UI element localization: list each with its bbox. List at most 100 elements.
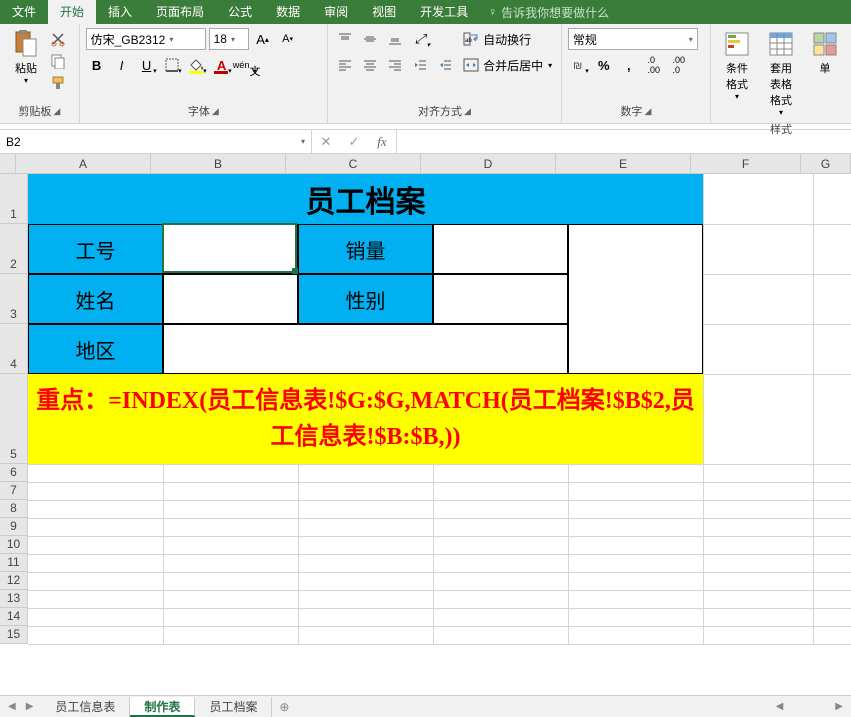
increase-font-button[interactable]: A▴ [252, 28, 274, 50]
col-header-E[interactable]: E [556, 154, 691, 173]
spreadsheet-grid[interactable]: ABCDEFG 123456789101112131415 员工档案工号销量姓名… [0, 154, 851, 699]
col-header-D[interactable]: D [421, 154, 556, 173]
cell-a3[interactable]: 姓名 [28, 274, 163, 324]
insert-function-button[interactable]: fx [368, 130, 396, 153]
italic-button[interactable]: I [111, 54, 133, 76]
align-left-button[interactable] [334, 54, 356, 76]
phonetic-button[interactable]: wén文▾ [236, 54, 258, 76]
row-header-11[interactable]: 11 [0, 554, 28, 572]
decrease-decimal-button[interactable]: .00.0 [668, 54, 690, 76]
row-header-12[interactable]: 12 [0, 572, 28, 590]
cell-d2[interactable] [433, 224, 568, 274]
scroll-right-icon[interactable]: ▶ [835, 701, 843, 712]
align-bottom-button[interactable] [384, 28, 406, 50]
menu-view[interactable]: 视图 [360, 0, 408, 24]
row-header-10[interactable]: 10 [0, 536, 28, 554]
clipboard-launcher[interactable]: ◢ [53, 106, 60, 117]
cell-d3[interactable] [433, 274, 568, 324]
font-color-button[interactable]: A▾ [211, 54, 233, 76]
cell-e2-e4[interactable] [568, 224, 703, 374]
cells-area[interactable]: 员工档案工号 销量姓名 性别地区重点：=INDEX(员工信息表!$G:$G,MATC… [28, 174, 851, 644]
col-header-F[interactable]: F [691, 154, 801, 173]
col-header-C[interactable]: C [286, 154, 421, 173]
row-header-6[interactable]: 6 [0, 464, 28, 482]
sheet-tab-2[interactable]: 员工档案 [195, 697, 272, 717]
font-size-combo[interactable]: 18▾ [209, 28, 249, 50]
col-header-A[interactable]: A [16, 154, 151, 173]
conditional-format-button[interactable]: 条件格式 ▾ [717, 28, 757, 103]
row-header-4[interactable]: 4 [0, 324, 28, 374]
cell-b4-d4[interactable] [163, 324, 568, 374]
increase-decimal-button[interactable]: .0.00 [643, 54, 665, 76]
row-header-7[interactable]: 7 [0, 482, 28, 500]
menu-review[interactable]: 审阅 [312, 0, 360, 24]
confirm-edit-button[interactable]: ✓ [340, 130, 368, 153]
number-launcher[interactable]: ◢ [644, 106, 651, 117]
copy-button[interactable] [48, 52, 68, 70]
cell-styles-button[interactable]: 单 [805, 28, 845, 78]
alignment-launcher[interactable]: ◢ [464, 106, 471, 117]
add-sheet-button[interactable]: ⊕ [272, 700, 296, 714]
col-header-G[interactable]: G [801, 154, 851, 173]
align-center-button[interactable] [359, 54, 381, 76]
number-format-combo[interactable]: 常规▾ [568, 28, 698, 50]
cell-b2[interactable] [163, 224, 298, 274]
row-header-13[interactable]: 13 [0, 590, 28, 608]
cut-button[interactable] [48, 30, 68, 48]
format-painter-button[interactable] [48, 74, 68, 92]
border-button[interactable]: ▾ [161, 54, 183, 76]
sheet-tab-0[interactable]: 员工信息表 [41, 697, 130, 717]
menu-page-layout[interactable]: 页面布局 [144, 0, 216, 24]
font-launcher[interactable]: ◢ [212, 106, 219, 117]
cell-b3[interactable] [163, 274, 298, 324]
cell-c3[interactable]: 性别 [298, 274, 433, 324]
paste-button[interactable]: 粘贴 ▾ [6, 28, 46, 87]
select-all-corner[interactable] [0, 154, 16, 173]
row-header-3[interactable]: 3 [0, 274, 28, 324]
row-header-8[interactable]: 8 [0, 500, 28, 518]
row-header-14[interactable]: 14 [0, 608, 28, 626]
row-header-15[interactable]: 15 [0, 626, 28, 644]
menu-insert[interactable]: 插入 [96, 0, 144, 24]
sheet-tab-1[interactable]: 制作表 [130, 697, 195, 717]
row-header-5[interactable]: 5 [0, 374, 28, 464]
bold-button[interactable]: B [86, 54, 108, 76]
wrap-text-button[interactable]: 自动换行 [483, 31, 531, 48]
cell-a2[interactable]: 工号 [28, 224, 163, 274]
underline-button[interactable]: U▾ [136, 54, 158, 76]
decrease-indent-button[interactable] [409, 54, 431, 76]
name-box[interactable]: B2▾ [0, 130, 312, 153]
accounting-format-button[interactable]: ₪▾ [568, 54, 590, 76]
sheet-nav-first[interactable]: ◀ [8, 701, 16, 712]
col-header-B[interactable]: B [151, 154, 286, 173]
row-header-9[interactable]: 9 [0, 518, 28, 536]
cancel-edit-button[interactable]: ✕ [312, 130, 340, 153]
align-right-button[interactable] [384, 54, 406, 76]
row-header-2[interactable]: 2 [0, 224, 28, 274]
tell-me[interactable]: ♀ 告诉我你想要做什么 [480, 4, 617, 21]
cell-title[interactable]: 员工档案 [28, 174, 703, 224]
comma-button[interactable]: , [618, 54, 640, 76]
align-top-button[interactable] [334, 28, 356, 50]
percent-button[interactable]: % [593, 54, 615, 76]
menu-data[interactable]: 数据 [264, 0, 312, 24]
format-table-button[interactable]: 套用 表格格式 ▾ [761, 28, 801, 119]
fill-color-button[interactable]: ▾ [186, 54, 208, 76]
align-middle-button[interactable] [359, 28, 381, 50]
menu-file[interactable]: 文件 [0, 0, 48, 24]
merge-center-button[interactable]: 合并后居中 [483, 57, 543, 74]
row-header-1[interactable]: 1 [0, 174, 28, 224]
scroll-left-icon[interactable]: ◀ [776, 701, 784, 712]
font-name-combo[interactable]: 仿宋_GB2312▾ [86, 28, 206, 50]
cell-c2[interactable]: 销量 [298, 224, 433, 274]
cell-note[interactable]: 重点：=INDEX(员工信息表!$G:$G,MATCH(员工档案!$B$2,员工… [28, 374, 703, 464]
format-table-label: 套用 表格格式 [767, 60, 795, 108]
menu-formulas[interactable]: 公式 [216, 0, 264, 24]
cell-a4[interactable]: 地区 [28, 324, 163, 374]
sheet-nav-last[interactable]: ▶ [26, 701, 34, 712]
menu-developer[interactable]: 开发工具 [408, 0, 480, 24]
menu-home[interactable]: 开始 [48, 0, 96, 24]
increase-indent-button[interactable] [434, 54, 456, 76]
decrease-font-button[interactable]: A▾ [277, 28, 299, 50]
orientation-button[interactable]: ⤢▾ [409, 28, 431, 50]
